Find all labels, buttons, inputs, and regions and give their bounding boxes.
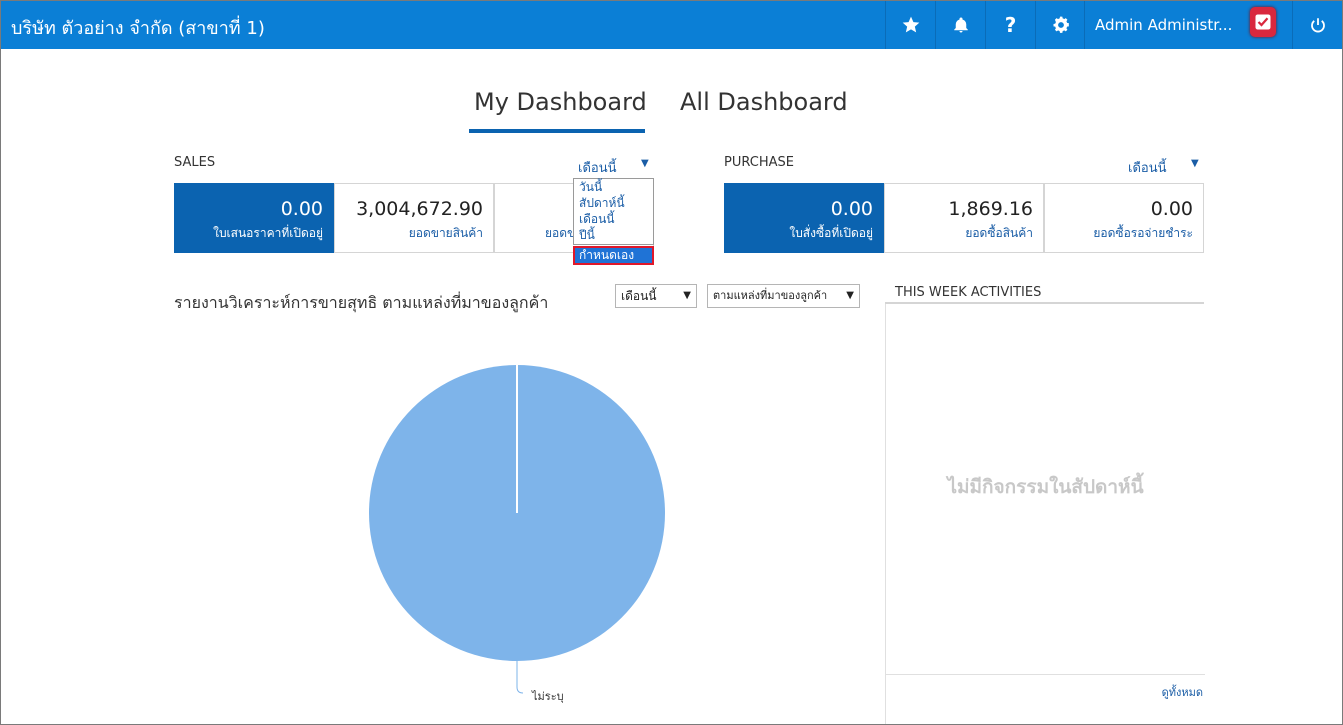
logout-button[interactable]: [1292, 1, 1342, 49]
activities-footer: ดูทั้งหมด: [886, 674, 1205, 724]
tab-all-dashboard[interactable]: All Dashboard: [680, 88, 848, 116]
tab-my-dashboard[interactable]: My Dashboard: [474, 88, 647, 116]
sales-period-dropdown: วันนี้ สัปดาห์นี้ เดือนนี้ ปีนี้: [573, 178, 654, 245]
sales-card-open-quotations[interactable]: 0.00 ใบเสนอราคาที่เปิดอยู่: [174, 183, 334, 253]
sales-title: SALES: [174, 155, 216, 170]
purchase-card-payables[interactable]: 0.00 ยอดซื้อรอจ่ายชำระ: [1044, 183, 1204, 253]
activities-panel: ไม่มีกิจกรรมในสัปดาห์นี้ ดูทั้งหมด: [885, 304, 1205, 724]
dropdown-option-this-year[interactable]: ปีนี้: [574, 227, 653, 243]
report-source-select[interactable]: ตามแหล่งที่มาของลูกค้า ▼: [707, 284, 860, 308]
purchase-card-open-orders[interactable]: 0.00 ใบสั่งซื้อที่เปิดอยู่: [724, 183, 884, 253]
power-icon: [1310, 18, 1325, 33]
card-label: ยอดขายสินค้า: [408, 226, 483, 240]
chevron-down-icon[interactable]: ▼: [641, 158, 649, 169]
activities-title: THIS WEEK ACTIVITIES: [895, 285, 1042, 300]
activities-empty-text: ไม่มีกิจกรรมในสัปดาห์นี้: [947, 476, 1144, 498]
purchase-card-product-purchases[interactable]: 1,869.16 ยอดซื้อสินค้า: [884, 183, 1044, 253]
sales-card-product-sales[interactable]: 3,004,672.90 ยอดขายสินค้า: [334, 183, 494, 253]
card-label: ใบเสนอราคาที่เปิดอยู่: [213, 226, 323, 240]
settings-button[interactable]: [1035, 1, 1085, 49]
card-label: ยอดข: [545, 226, 576, 240]
top-bar: บริษัท ตัวอย่าง จำกัด (สาขาที่ 1) ? Admi…: [1, 1, 1342, 49]
chevron-down-icon: ▼: [846, 290, 854, 301]
app-window: บริษัท ตัวอย่าง จำกัด (สาขาที่ 1) ? Admi…: [0, 0, 1343, 725]
user-name: Admin Administr...: [1095, 16, 1233, 34]
chevron-down-icon: ▼: [683, 290, 691, 301]
notifications-button[interactable]: [935, 1, 985, 49]
active-tab-indicator: [469, 129, 645, 133]
gear-icon: [1053, 16, 1069, 33]
company-name[interactable]: บริษัท ตัวอย่าง จำกัด (สาขาที่ 1): [11, 13, 265, 42]
card-value: 1,869.16: [948, 198, 1033, 220]
card-label: ใบสั่งซื้อที่เปิดอยู่: [789, 226, 873, 240]
report-title: รายงานวิเคราะห์การขายสุทธิ ตามแหล่งที่มา…: [174, 293, 549, 312]
favorites-button[interactable]: [885, 1, 935, 49]
report-period-select[interactable]: เดือนนี้ ▼: [615, 284, 697, 308]
card-label: ยอดซื้อรอจ่ายชำระ: [1093, 226, 1193, 240]
dropdown-option-today[interactable]: วันนี้: [574, 179, 653, 195]
bell-icon: [953, 17, 968, 33]
checklist-badge-icon[interactable]: [1250, 7, 1276, 37]
card-label: ยอดซื้อสินค้า: [965, 226, 1033, 240]
dropdown-option-this-week[interactable]: สัปดาห์นี้: [574, 195, 653, 211]
star-icon: [902, 16, 919, 33]
user-menu[interactable]: Admin Administr...: [1084, 1, 1292, 49]
chevron-down-icon[interactable]: ▼: [1191, 158, 1199, 169]
help-icon: ?: [1004, 13, 1017, 37]
purchase-period-select[interactable]: เดือนนี้: [1128, 157, 1166, 178]
help-button[interactable]: ?: [985, 1, 1035, 49]
activities-header: THIS WEEK ACTIVITIES: [885, 282, 1204, 304]
card-value: 0.00: [1150, 198, 1193, 220]
select-value: เดือนนี้: [621, 289, 657, 303]
card-value: 0.00: [280, 198, 323, 220]
pie-label-leader-line: [516, 661, 524, 694]
dropdown-option-custom[interactable]: กำหนดเอง: [573, 246, 654, 265]
pie-chart: [361, 356, 681, 706]
select-value: ตามแหล่งที่มาของลูกค้า: [713, 289, 828, 302]
pie-slice-label: ไม่ระบุ: [532, 690, 564, 703]
purchase-title: PURCHASE: [724, 155, 794, 170]
view-all-link[interactable]: ดูทั้งหมด: [1162, 683, 1203, 701]
sales-period-select[interactable]: เดือนนี้: [578, 157, 616, 178]
dropdown-option-this-month[interactable]: เดือนนี้: [574, 211, 653, 227]
card-value: 0.00: [830, 198, 873, 220]
card-value: 3,004,672.90: [356, 198, 483, 220]
